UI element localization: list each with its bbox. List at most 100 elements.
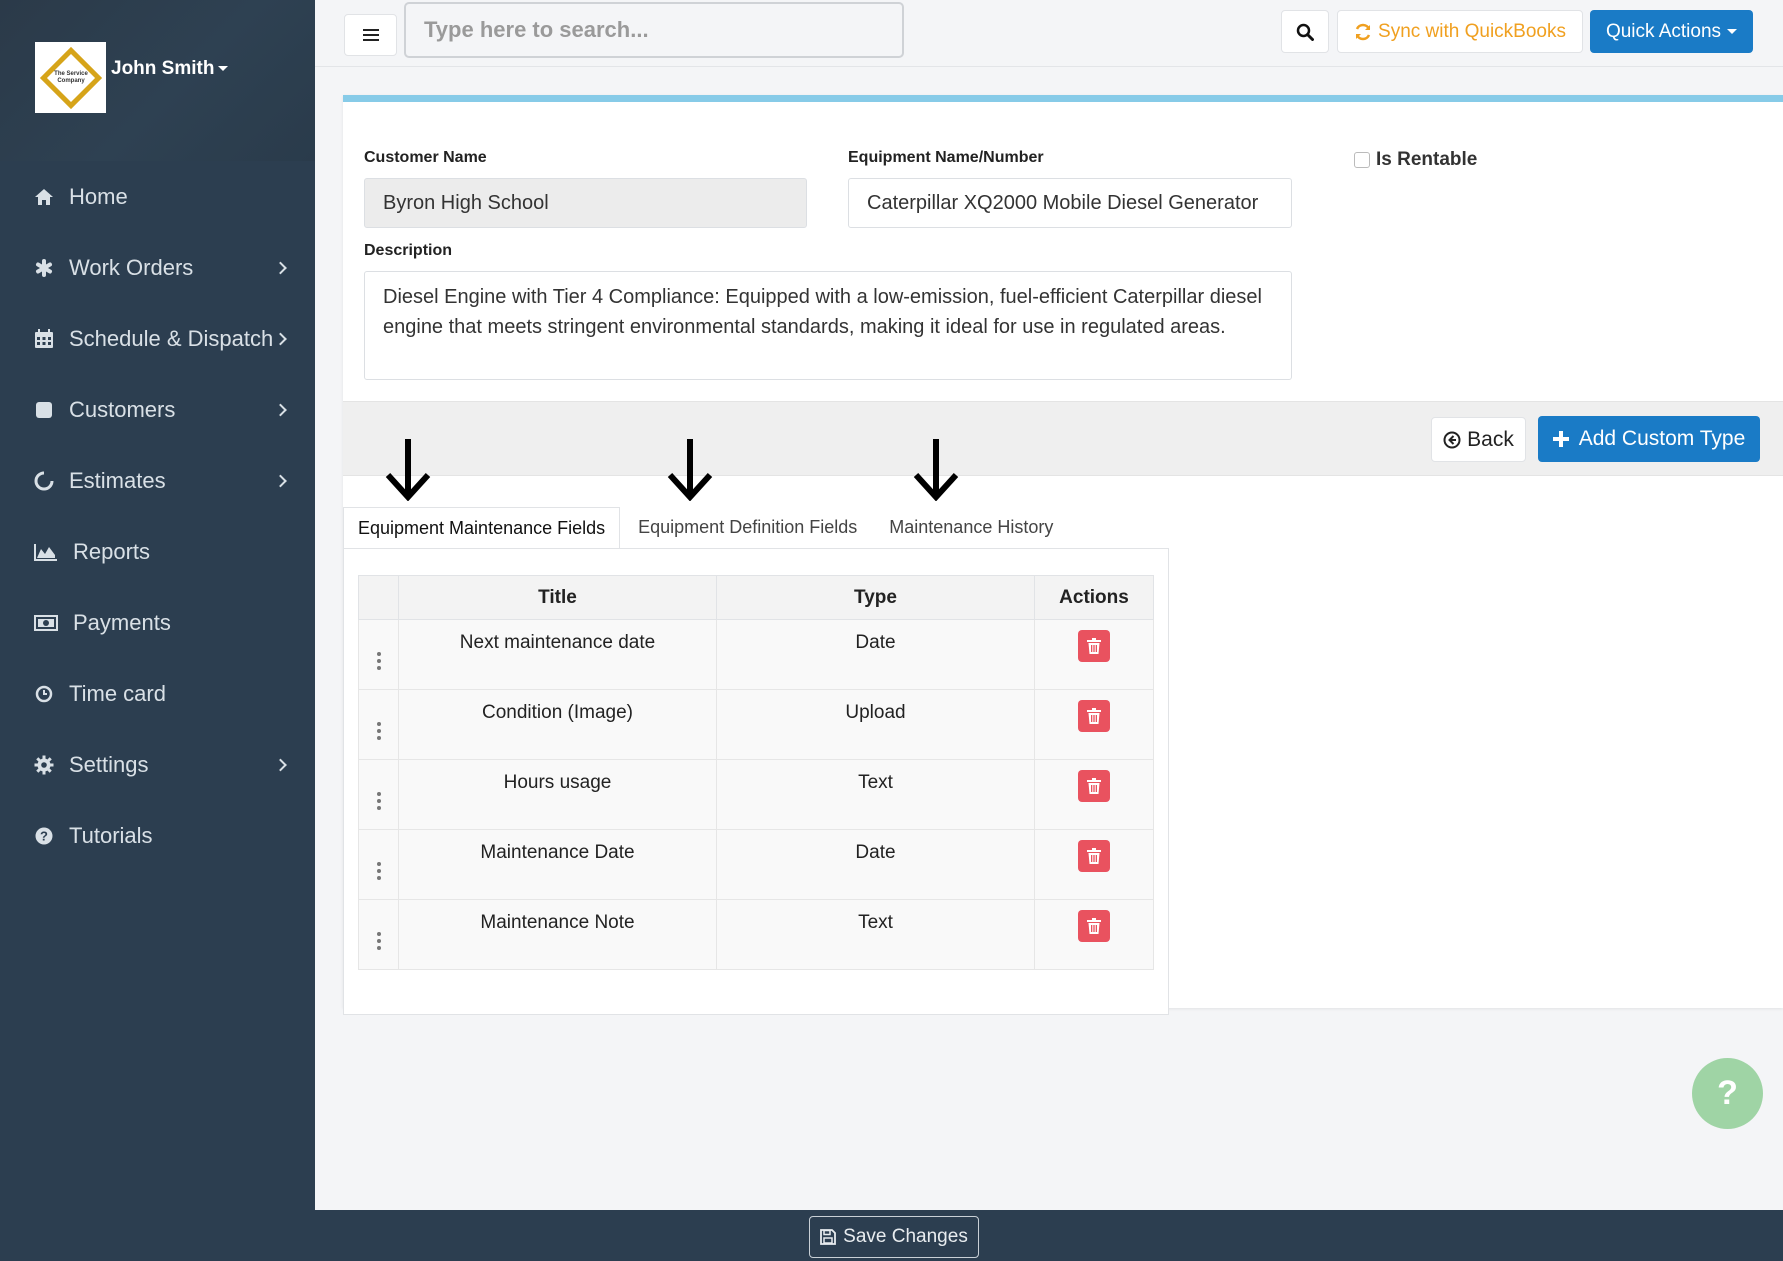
back-button[interactable]: Back: [1431, 417, 1526, 462]
question-circle-icon: ?: [34, 826, 54, 846]
trash-icon: [1087, 848, 1101, 864]
calendar-icon: [34, 328, 54, 349]
drag-handle[interactable]: [358, 829, 399, 900]
row-title: Next maintenance date: [398, 619, 717, 690]
asterisk-icon: [34, 258, 54, 278]
hamburger-menu-button[interactable]: [344, 14, 397, 56]
back-label: Back: [1467, 427, 1514, 451]
sidebar-item-estimates[interactable]: Estimates: [0, 445, 315, 516]
sidebar-item-label: Estimates: [69, 467, 166, 493]
tab-maintenance-history[interactable]: Maintenance History: [875, 507, 1067, 548]
drag-handle[interactable]: [358, 899, 399, 970]
sidebar-item-settings[interactable]: Settings: [0, 729, 315, 800]
row-type: Text: [716, 899, 1035, 970]
sidebar-item-label: Reports: [73, 538, 151, 564]
sidebar-item-label: Work Orders: [69, 254, 194, 280]
equipment-name-field[interactable]: Caterpillar XQ2000 Mobile Diesel Generat…: [848, 178, 1292, 228]
sidebar: The Service Company John Smith Home Work…: [0, 0, 315, 1261]
sync-label: Sync with QuickBooks: [1378, 20, 1566, 42]
sidebar-item-schedule-dispatch[interactable]: Schedule & Dispatch: [0, 303, 315, 374]
drag-handle[interactable]: [358, 619, 399, 690]
is-rentable-checkbox[interactable]: [1354, 152, 1370, 168]
delete-button[interactable]: [1078, 840, 1110, 872]
is-rentable-toggle[interactable]: Is Rentable: [1354, 149, 1477, 171]
quick-actions-label: Quick Actions: [1605, 20, 1722, 42]
trash-icon: [1087, 918, 1101, 934]
description-label: Description: [364, 242, 453, 259]
equipment-panel: Customer Name Byron High School Equipmen…: [343, 95, 1783, 1015]
add-custom-type-button[interactable]: Add Custom Type: [1538, 416, 1760, 462]
logo-diamond-icon: The Service Company: [39, 46, 102, 109]
table-row: Hours usage Text: [358, 759, 1154, 830]
search-icon: [1296, 23, 1314, 41]
sync-quickbooks-button[interactable]: Sync with QuickBooks: [1337, 10, 1583, 53]
save-changes-label: Save Changes: [843, 1226, 968, 1247]
back-circle-icon: [1443, 431, 1461, 448]
row-type: Date: [716, 619, 1035, 690]
tab-equipment-definition-fields[interactable]: Equipment Definition Fields: [620, 507, 875, 548]
is-rentable-label: Is Rentable: [1376, 149, 1478, 170]
drag-handle-icon: [376, 931, 381, 950]
chevron-right-icon: [274, 261, 287, 274]
drag-handle[interactable]: [358, 759, 399, 830]
sidebar-header: The Service Company John Smith: [0, 0, 315, 161]
sidebar-item-customers[interactable]: Customers: [0, 374, 315, 445]
drag-handle-icon: [376, 651, 381, 670]
description-field[interactable]: Diesel Engine with Tier 4 Compliance: Eq…: [364, 271, 1292, 380]
company-logo[interactable]: The Service Company: [35, 42, 106, 113]
hamburger-line: [362, 34, 379, 36]
equipment-name-label: Equipment Name/Number: [848, 149, 1044, 166]
row-title: Condition (Image): [398, 689, 717, 760]
type-column-header: Type: [716, 575, 1035, 620]
sidebar-item-label: Settings: [69, 751, 149, 777]
table-row: Next maintenance date Date: [358, 619, 1154, 690]
save-changes-button[interactable]: Save Changes: [809, 1216, 979, 1258]
delete-button[interactable]: [1078, 910, 1110, 942]
row-title: Maintenance Note: [398, 899, 717, 970]
chevron-right-icon: [274, 474, 287, 487]
delete-button[interactable]: [1078, 700, 1110, 732]
footer-bar: Save Changes: [315, 1210, 1783, 1261]
drag-handle-icon: [376, 861, 381, 880]
sidebar-item-home[interactable]: Home: [0, 161, 315, 232]
drag-handle-icon: [376, 721, 381, 740]
drag-handle-icon: [376, 791, 381, 810]
title-column-header: Title: [398, 575, 717, 620]
delete-button[interactable]: [1078, 630, 1110, 662]
gear-icon: [34, 755, 54, 775]
logo-text: The Service Company: [53, 70, 88, 84]
drag-handle[interactable]: [358, 689, 399, 760]
row-type: Upload: [716, 689, 1035, 760]
hamburger-line: [362, 39, 379, 41]
arrow-down-icon: [667, 439, 713, 501]
customer-name-field[interactable]: Byron High School: [364, 178, 807, 228]
row-type: Text: [716, 759, 1035, 830]
help-button[interactable]: ?: [1692, 1058, 1763, 1129]
trash-icon: [1087, 708, 1101, 724]
home-icon: [34, 187, 54, 207]
sidebar-item-tutorials[interactable]: ? Tutorials: [0, 800, 315, 871]
sidebar-item-time-card[interactable]: Time card: [0, 658, 315, 729]
field-tabs: Equipment Maintenance Fields Equipment D…: [343, 507, 1067, 548]
delete-button[interactable]: [1078, 770, 1110, 802]
row-title: Hours usage: [398, 759, 717, 830]
search-input[interactable]: [404, 2, 904, 58]
sidebar-item-payments[interactable]: Payments: [0, 587, 315, 658]
table-header-row: Title Type Actions: [358, 575, 1154, 620]
quick-actions-button[interactable]: Quick Actions: [1590, 10, 1753, 53]
search-button[interactable]: [1281, 10, 1329, 53]
drag-column-header: [358, 575, 399, 620]
hamburger-line: [362, 29, 379, 31]
tab-equipment-maintenance-fields[interactable]: Equipment Maintenance Fields: [343, 507, 621, 548]
chevron-right-icon: [274, 332, 287, 345]
save-icon: [820, 1229, 837, 1245]
sidebar-item-reports[interactable]: Reports: [0, 516, 315, 587]
square-icon: [34, 400, 54, 420]
area-chart-icon: [34, 542, 58, 562]
caret-down-icon: [1727, 29, 1738, 34]
sidebar-item-work-orders[interactable]: Work Orders: [0, 232, 315, 303]
sidebar-item-label: Schedule & Dispatch: [69, 325, 274, 351]
refresh-icon: [1355, 23, 1371, 40]
row-title: Maintenance Date: [398, 829, 717, 900]
user-menu[interactable]: John Smith: [111, 58, 229, 80]
